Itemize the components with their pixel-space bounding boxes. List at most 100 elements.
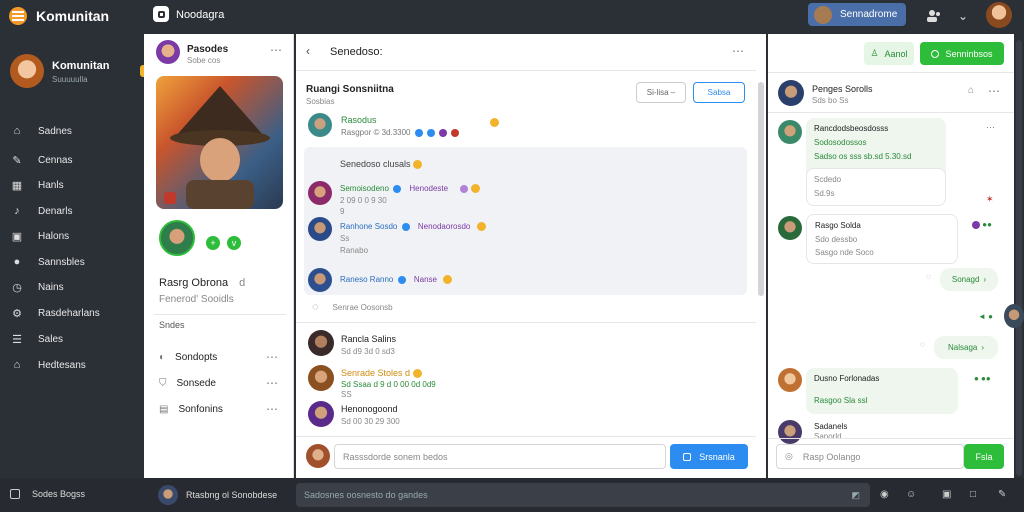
profile-panel: Pasodes Sobe cos ⋯ + v Rasrg Obrona d Fe… [144,34,294,478]
sidebar-item-denarls[interactable]: ♪ Denarls [10,204,72,218]
more-icon[interactable]: ⋯ [986,122,996,133]
composer-avatar[interactable] [306,444,330,468]
thread-avatar[interactable] [308,268,332,292]
sidebar-item-sadnes[interactable]: ⌂ Sadnes [10,124,72,138]
pen-icon: ✎ [12,154,22,167]
more-icon[interactable]: ⋯ [266,376,279,390]
right-scrollbar[interactable] [1016,40,1022,476]
right-panel: ♙ Aanol Senninbsos Penges Sorolls Sds bo … [768,34,1014,478]
right-msg-avatar[interactable] [778,120,802,144]
mention-icon[interactable]: ◉ [880,489,889,500]
badge-check-icon[interactable]: v [227,236,241,250]
back-arrow-icon[interactable]: ‹ [306,44,310,58]
profile-title: Pasodes [187,44,229,55]
profile-link-sondopts[interactable]: ◐ Sondopts ⋯ [159,350,279,364]
profile-section-title: Sndes [159,320,185,330]
thread-box: Senedoso clusals Semoisodeno Henodeste 2… [304,147,747,295]
bottom-bar: Sodes Bogss Rtasbng ol Sonobdese Sadosne… [0,478,1024,512]
join-button[interactable]: Sabsa [693,82,745,103]
badge-icon [393,184,402,193]
reaction-dot [450,128,459,137]
profile-link-sonsede[interactable]: ⛉ Sonsede ⋯ [159,376,279,390]
list-avatar[interactable] [308,365,334,391]
more-icon[interactable]: ⋯ [732,44,745,58]
thread-avatar[interactable] [308,181,332,205]
edit-icon[interactable]: ✎ [998,489,1006,500]
right-message-input[interactable]: ◎ Rasp Oolango [776,444,964,469]
post-avatar[interactable] [308,113,332,137]
sidebar-profile-avatar[interactable] [10,54,44,88]
user-avatar[interactable] [986,2,1012,28]
settings-icon: ⚙ [12,307,22,320]
scrollbar[interactable] [758,82,764,296]
reaction-icons: ● ●● [974,374,991,383]
sidebar-item-halons[interactable]: ▣ Halons [10,229,69,243]
sidebar-item-sales[interactable]: ☰ Sales [10,332,63,346]
profile-avatar[interactable] [156,40,180,64]
message-bubble: Rasgo Solda Sdo dessbo Sasgo nde Soco [806,214,958,264]
more-icon[interactable]: ⋯ [266,402,279,416]
message-input[interactable]: Rasssdorde sonem bedos [334,444,666,469]
bottom-user-avatar[interactable] [158,485,178,505]
list-item-name: Rancla Salins [341,334,397,344]
app-tab-icon[interactable] [153,6,169,22]
reaction-emoji-icon [490,117,499,128]
thread-avatar[interactable] [308,217,332,241]
more-icon[interactable]: ⋯ [270,43,283,57]
reply-bubble[interactable]: Sonagd › [940,268,998,291]
attach-icon: ◎ [785,451,793,461]
right-send-button[interactable]: Fsla [964,444,1004,469]
profile-link-sonfonins[interactable]: ▤ Sonfonins ⋯ [159,402,279,416]
right-msg-avatar[interactable] [778,216,802,240]
badge-add-icon[interactable]: + [206,236,220,250]
users-icon[interactable] [926,8,942,24]
edge-avatar[interactable] [1004,304,1024,328]
reply-bubble[interactable]: Nalsaga › [934,336,998,359]
list-avatar[interactable] [308,401,334,427]
menu-icon[interactable] [9,7,27,25]
shield-icon: ⛉ [159,377,167,389]
right-msg-avatar[interactable] [778,420,802,444]
send-button[interactable]: Srsnanla [670,444,748,469]
header-search-pill[interactable]: Sennadrome [808,3,906,26]
calendar-icon: ▣ [11,230,23,243]
avatar [814,5,832,24]
thread-message: Raneso Ranno Nanse [340,275,453,285]
right-msg-avatar[interactable] [778,368,802,392]
follow-button[interactable]: ♙ Aanol [864,42,914,65]
chevron-down-icon[interactable]: ⌄ [955,8,971,24]
list-avatar[interactable] [308,330,334,356]
circle-icon [931,49,940,58]
more-icon[interactable]: ⋯ [988,84,1001,98]
thread-message: Semoisodeno Henodeste [340,184,480,194]
member-avatar[interactable] [159,220,195,256]
emoji-picker-icon[interactable]: ☺ [906,489,916,500]
notify-icon[interactable]: ⌂ [968,85,974,96]
sidebar-footer[interactable]: Sodes Bogss [10,489,85,499]
app-tab-label[interactable]: Noodagra [176,9,224,21]
more-icon[interactable]: ⋯ [266,350,279,364]
camera-icon[interactable]: ▣ [942,489,951,500]
subscribe-button[interactable]: Senninbsos [920,42,1004,65]
message-bubble: Rancdodsbeosdosss Sodosodossos Sadso os … [806,118,946,206]
window-icon[interactable]: □ [970,489,976,500]
thread-line-2: 9 [340,207,345,216]
reaction-dot [414,128,423,137]
filter-pill[interactable]: Si-lisa – [636,82,686,103]
compose-hint[interactable]: ◌ Senrae Oosonsb [312,301,393,313]
profile-hero-image[interactable] [156,76,283,209]
right-sub: Sds bo Ss [812,96,849,105]
sidebar-item-nains[interactable]: ◷ Nains [10,280,63,294]
sidebar-item-cennas[interactable]: ✎ Cennas [10,153,72,167]
bottom-user-name: Rtasbng ol Sonobdese [186,490,278,500]
sidebar-item-rasdeharlans[interactable]: ⚙ Rasdeharlans [10,306,100,320]
bottom-search-input[interactable]: Sadosnes oosnesto do gandes ◩ [296,483,870,507]
right-header-avatar[interactable] [778,80,804,106]
right-msg-name: Sadanels [814,422,848,431]
send-icon [683,452,692,461]
sidebar-item-hedtesans[interactable]: ⌂ Hedtesans [10,358,86,372]
sidebar-item-hanls[interactable]: ▦ Hanls [10,178,64,192]
list-icon: ☰ [12,333,22,346]
sidebar-item-sannsbles[interactable]: ● Sannsbles [10,255,85,269]
status-icons: ◄ ● [978,312,993,321]
